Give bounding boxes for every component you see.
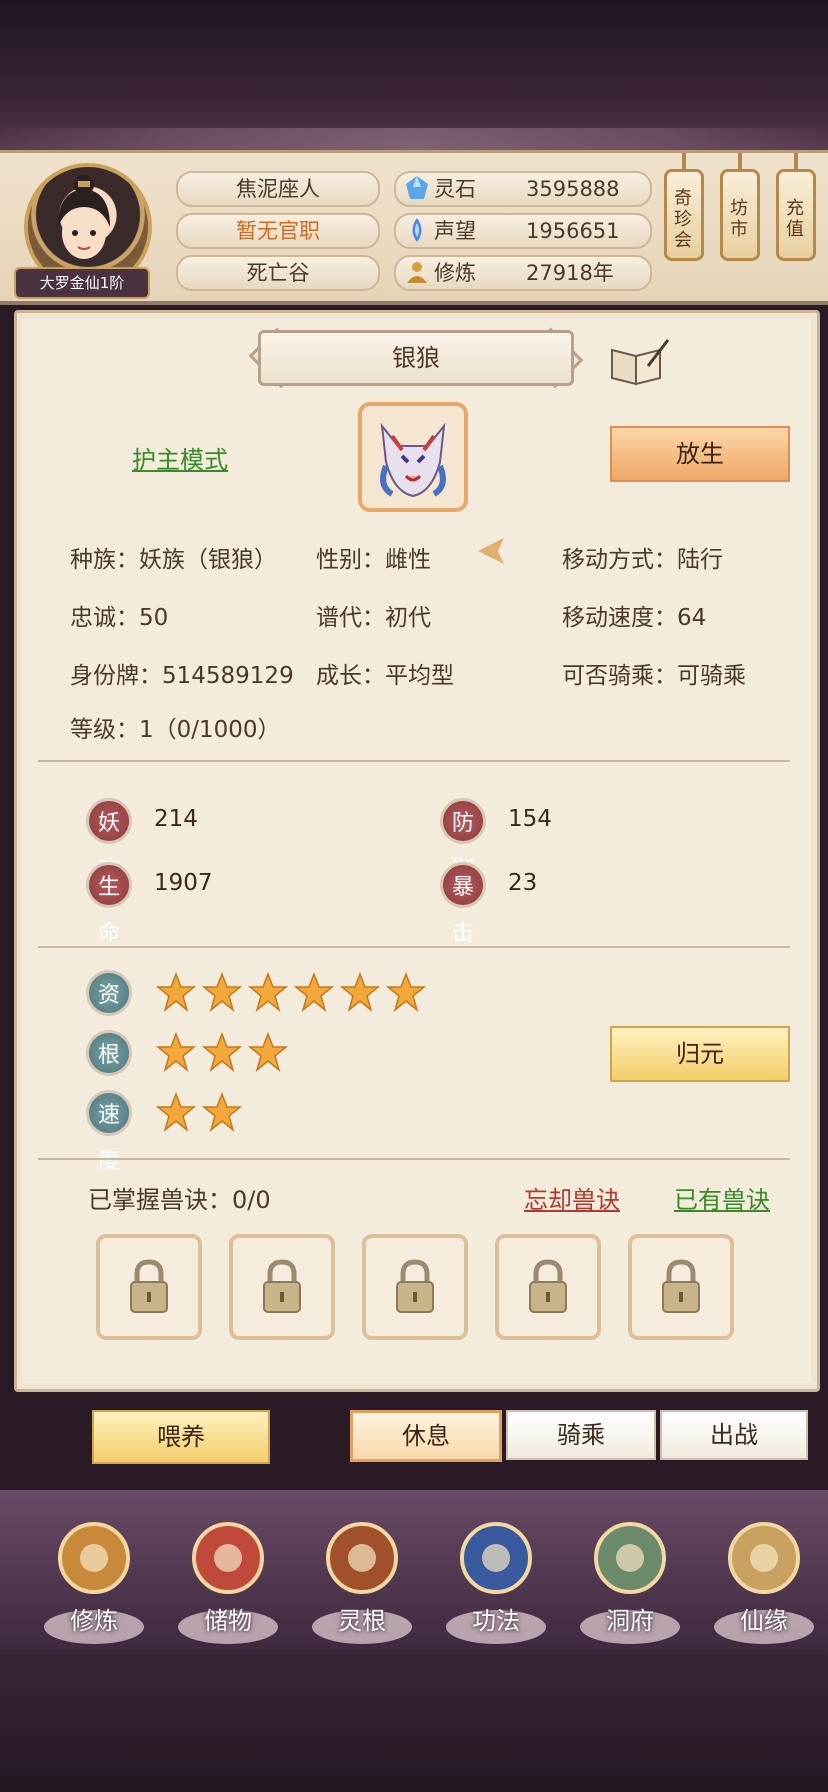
star-icon (340, 972, 380, 1012)
resource-reputation: 声望 1956651 (394, 213, 652, 249)
book-icon[interactable] (608, 336, 670, 388)
nav-item-2[interactable]: 储物 (168, 1494, 288, 1644)
avatar-face-icon (58, 175, 110, 259)
nav-label: 修炼 (70, 1607, 118, 1635)
info-id: 身份牌：514589129 (70, 663, 294, 689)
skill-slot[interactable] (362, 1234, 468, 1340)
nav-item-6[interactable]: 仙缘 (704, 1494, 824, 1644)
spirit-stone-icon (406, 176, 428, 199)
owned-skill-link[interactable]: 已有兽诀 (674, 1180, 770, 1215)
stat-badge-attack: 妖攻 (86, 798, 132, 882)
star-icon (248, 972, 288, 1012)
skills-count: 已掌握兽诀：0/0 (88, 1186, 271, 1214)
info-growth: 成长：平均型 (316, 663, 454, 689)
star-icon (202, 972, 242, 1012)
star-icon (156, 1032, 196, 1072)
pet-name-title: 银狼 (258, 330, 574, 386)
bottom-bar (0, 1650, 828, 1792)
nav-icon-5 (594, 1522, 666, 1594)
nav-item-5[interactable]: 洞府 (570, 1494, 690, 1644)
arrow-right-icon[interactable] (474, 534, 514, 568)
star-icon (202, 1032, 242, 1072)
player-position: 暂无官职 (176, 213, 380, 249)
divider (38, 1158, 790, 1160)
player-name: 焦泥座人 (176, 171, 380, 207)
nav-item-1[interactable]: 修炼 (34, 1494, 154, 1644)
market-button[interactable]: 坊市 (720, 169, 760, 261)
cultivation-icon (407, 262, 427, 283)
silver-wolf-icon (380, 422, 446, 498)
top-banner (0, 0, 828, 150)
nav-icon-1 (58, 1522, 130, 1594)
info-loyalty: 忠诚：50 (70, 605, 169, 631)
rest-button[interactable]: 休息 (350, 1410, 502, 1462)
resource-cultivation: 修炼 27918年 (394, 255, 652, 291)
info-move-type: 移动方式：陆行 (562, 547, 723, 573)
resource-spirit-stone: 灵石 3595888 (394, 171, 652, 207)
nav-label: 洞府 (606, 1607, 654, 1635)
realm-rank-badge: 大罗金仙1阶 (14, 267, 150, 299)
nav-label: 仙缘 (740, 1607, 788, 1635)
star-icon (248, 1032, 288, 1072)
lock-icon (263, 1259, 301, 1313)
info-gender: 性别：雌性 (316, 547, 431, 573)
nav-icon-4 (460, 1522, 532, 1594)
nav-icon-2 (192, 1522, 264, 1594)
nav-label: 储物 (204, 1607, 252, 1635)
skill-slot[interactable] (229, 1234, 335, 1340)
reputation-icon (412, 218, 422, 242)
nav-label: 功法 (472, 1607, 520, 1635)
info-level: 等级：1（0/1000） (70, 717, 281, 743)
divider (38, 946, 790, 948)
feed-button[interactable]: 喂养 (92, 1410, 270, 1464)
battle-button[interactable]: 出战 (660, 1410, 808, 1460)
pet-portrait[interactable] (358, 402, 468, 512)
stat-crit-value: 23 (508, 870, 538, 896)
recharge-button[interactable]: 充值 (776, 169, 816, 261)
player-location: 死亡谷 (176, 255, 380, 291)
star-icon (156, 1092, 196, 1132)
talent-badge-bone: 根骨 (86, 1030, 132, 1114)
skill-slot[interactable] (628, 1234, 734, 1340)
divider (38, 760, 790, 762)
skill-slot[interactable] (96, 1234, 202, 1340)
treasure-fair-button[interactable]: 奇珍会 (664, 169, 704, 261)
stat-badge-health: 生命 (86, 862, 132, 946)
stat-badge-defense: 防御 (440, 798, 486, 882)
talent-badge-speed: 速度 (86, 1090, 132, 1174)
lock-icon (396, 1259, 434, 1313)
ride-button[interactable]: 骑乘 (506, 1410, 656, 1460)
stat-health-value: 1907 (154, 870, 213, 896)
player-header: 大罗金仙1阶 焦泥座人 暂无官职 死亡谷 灵石 3595888 声望 1956651… (0, 150, 828, 305)
info-move-speed: 移动速度：64 (562, 605, 707, 631)
stat-defense-value: 154 (508, 806, 552, 832)
lock-icon (130, 1259, 168, 1313)
star-icon (386, 972, 426, 1012)
guard-mode-link[interactable]: 护主模式 (132, 440, 228, 475)
nav-icon-6 (728, 1522, 800, 1594)
nav-icon-3 (326, 1522, 398, 1594)
star-icon (202, 1092, 242, 1132)
nav-item-4[interactable]: 功法 (436, 1494, 556, 1644)
release-button[interactable]: 放生 (610, 426, 790, 482)
stat-attack-value: 214 (154, 806, 198, 832)
lock-icon (662, 1259, 700, 1313)
talent-badge-aptitude: 资质 (86, 970, 132, 1054)
return-origin-button[interactable]: 归元 (610, 1026, 790, 1082)
info-rideable: 可否骑乘：可骑乘 (562, 663, 746, 689)
nav-label: 灵根 (338, 1607, 386, 1635)
skill-slot[interactable] (495, 1234, 601, 1340)
lock-icon (529, 1259, 567, 1313)
forget-skill-link[interactable]: 忘却兽诀 (524, 1180, 620, 1215)
star-icon (294, 972, 334, 1012)
info-race: 种族：妖族（银狼） (70, 547, 277, 573)
banner-ornament (0, 128, 828, 150)
nav-item-3[interactable]: 灵根 (302, 1494, 422, 1644)
star-icon (156, 972, 196, 1012)
info-lineage: 谱代：初代 (316, 605, 431, 631)
stat-badge-crit: 暴击 (440, 862, 486, 946)
